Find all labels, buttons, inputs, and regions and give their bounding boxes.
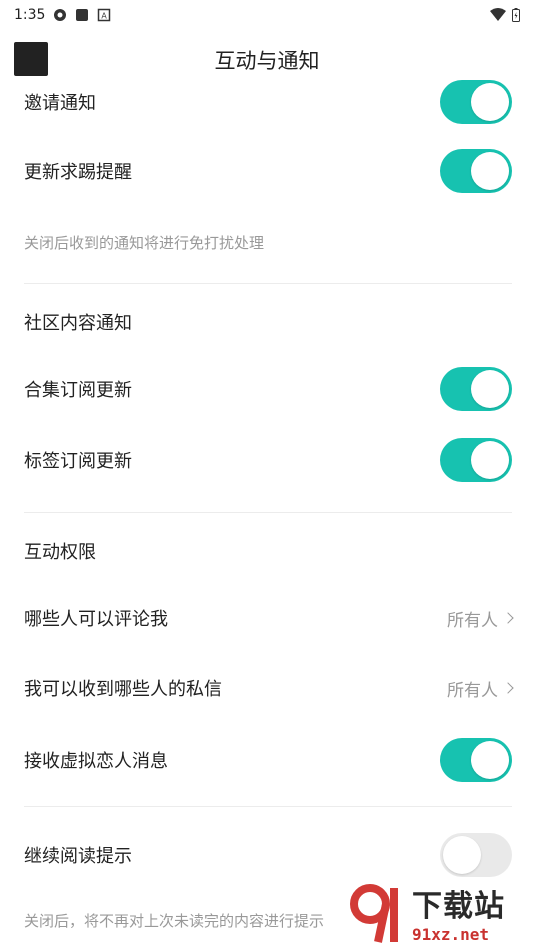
- community-section-header: 社区内容通知: [0, 308, 534, 336]
- chevron-right-icon: [502, 682, 514, 694]
- tag-toggle[interactable]: [440, 438, 512, 482]
- note-row: 关闭后收到的通知将进行免打扰处理: [0, 228, 534, 256]
- toggle-knob: [471, 441, 509, 479]
- section-title: 互动权限: [24, 542, 96, 563]
- message-permission-row[interactable]: 我可以收到哪些人的私信 所有人: [0, 666, 534, 710]
- permission-section-header: 互动权限: [0, 537, 534, 565]
- row-label: 标签订阅更新: [24, 451, 132, 472]
- divider: [24, 283, 512, 284]
- virtual-lover-toggle[interactable]: [440, 738, 512, 782]
- wifi-icon: [490, 8, 506, 21]
- row-label: 我可以收到哪些人的私信: [24, 679, 222, 700]
- row-label: 接收虚拟恋人消息: [24, 751, 168, 772]
- watermark-sub-text: 91xz.net: [412, 924, 490, 944]
- update-request-toggle[interactable]: [440, 149, 512, 193]
- comment-permission-row[interactable]: 哪些人可以评论我 所有人: [0, 596, 534, 640]
- row-label: 继续阅读提示: [24, 846, 132, 867]
- note-text: 关闭后收到的通知将进行免打扰处理: [24, 233, 265, 252]
- tag-subscription-row[interactable]: 标签订阅更新: [0, 438, 534, 482]
- 91-logo-icon: [350, 884, 398, 943]
- watermark-main-text: 下载站: [412, 888, 505, 924]
- update-request-row[interactable]: 更新求踢提醒: [0, 149, 534, 193]
- invite-toggle[interactable]: [440, 80, 512, 124]
- row-label: 邀请通知: [24, 93, 96, 114]
- continue-reading-row[interactable]: 继续阅读提示: [0, 833, 534, 877]
- status-time: 1:35: [14, 7, 46, 23]
- toggle-knob: [443, 836, 481, 874]
- toggle-knob: [471, 370, 509, 408]
- invite-notification-row[interactable]: 邀请通知: [0, 80, 534, 124]
- divider: [24, 806, 512, 807]
- battery-icon: [512, 8, 520, 22]
- watermark: 下载站 91xz.net: [348, 878, 528, 946]
- section-title: 社区内容通知: [24, 313, 132, 334]
- status-bar: 1:35 A: [0, 0, 534, 30]
- toggle-knob: [471, 83, 509, 121]
- settings-list: 邀请通知 更新求踢提醒 关闭后收到的通知将进行免打扰处理 社区内容通知 合集订阅…: [0, 64, 534, 950]
- row-label: 合集订阅更新: [24, 380, 132, 401]
- toggle-knob: [471, 152, 509, 190]
- row-label: 哪些人可以评论我: [24, 609, 168, 630]
- chevron-right-icon: [502, 612, 514, 624]
- toggle-knob: [471, 741, 509, 779]
- square-icon: [76, 9, 89, 21]
- divider: [24, 512, 512, 513]
- sync-icon: [54, 9, 67, 21]
- note-text: 关闭后，将不再对上次未读完的内容进行提示: [24, 911, 325, 930]
- continue-reading-toggle[interactable]: [440, 833, 512, 877]
- collection-subscription-row[interactable]: 合集订阅更新: [0, 367, 534, 411]
- svg-text:A: A: [102, 12, 108, 21]
- row-label: 更新求踢提醒: [24, 162, 132, 183]
- row-value: 所有人: [447, 606, 514, 631]
- collection-toggle[interactable]: [440, 367, 512, 411]
- row-value: 所有人: [447, 676, 514, 701]
- virtual-lover-row[interactable]: 接收虚拟恋人消息: [0, 738, 534, 782]
- a-icon: A: [98, 8, 111, 22]
